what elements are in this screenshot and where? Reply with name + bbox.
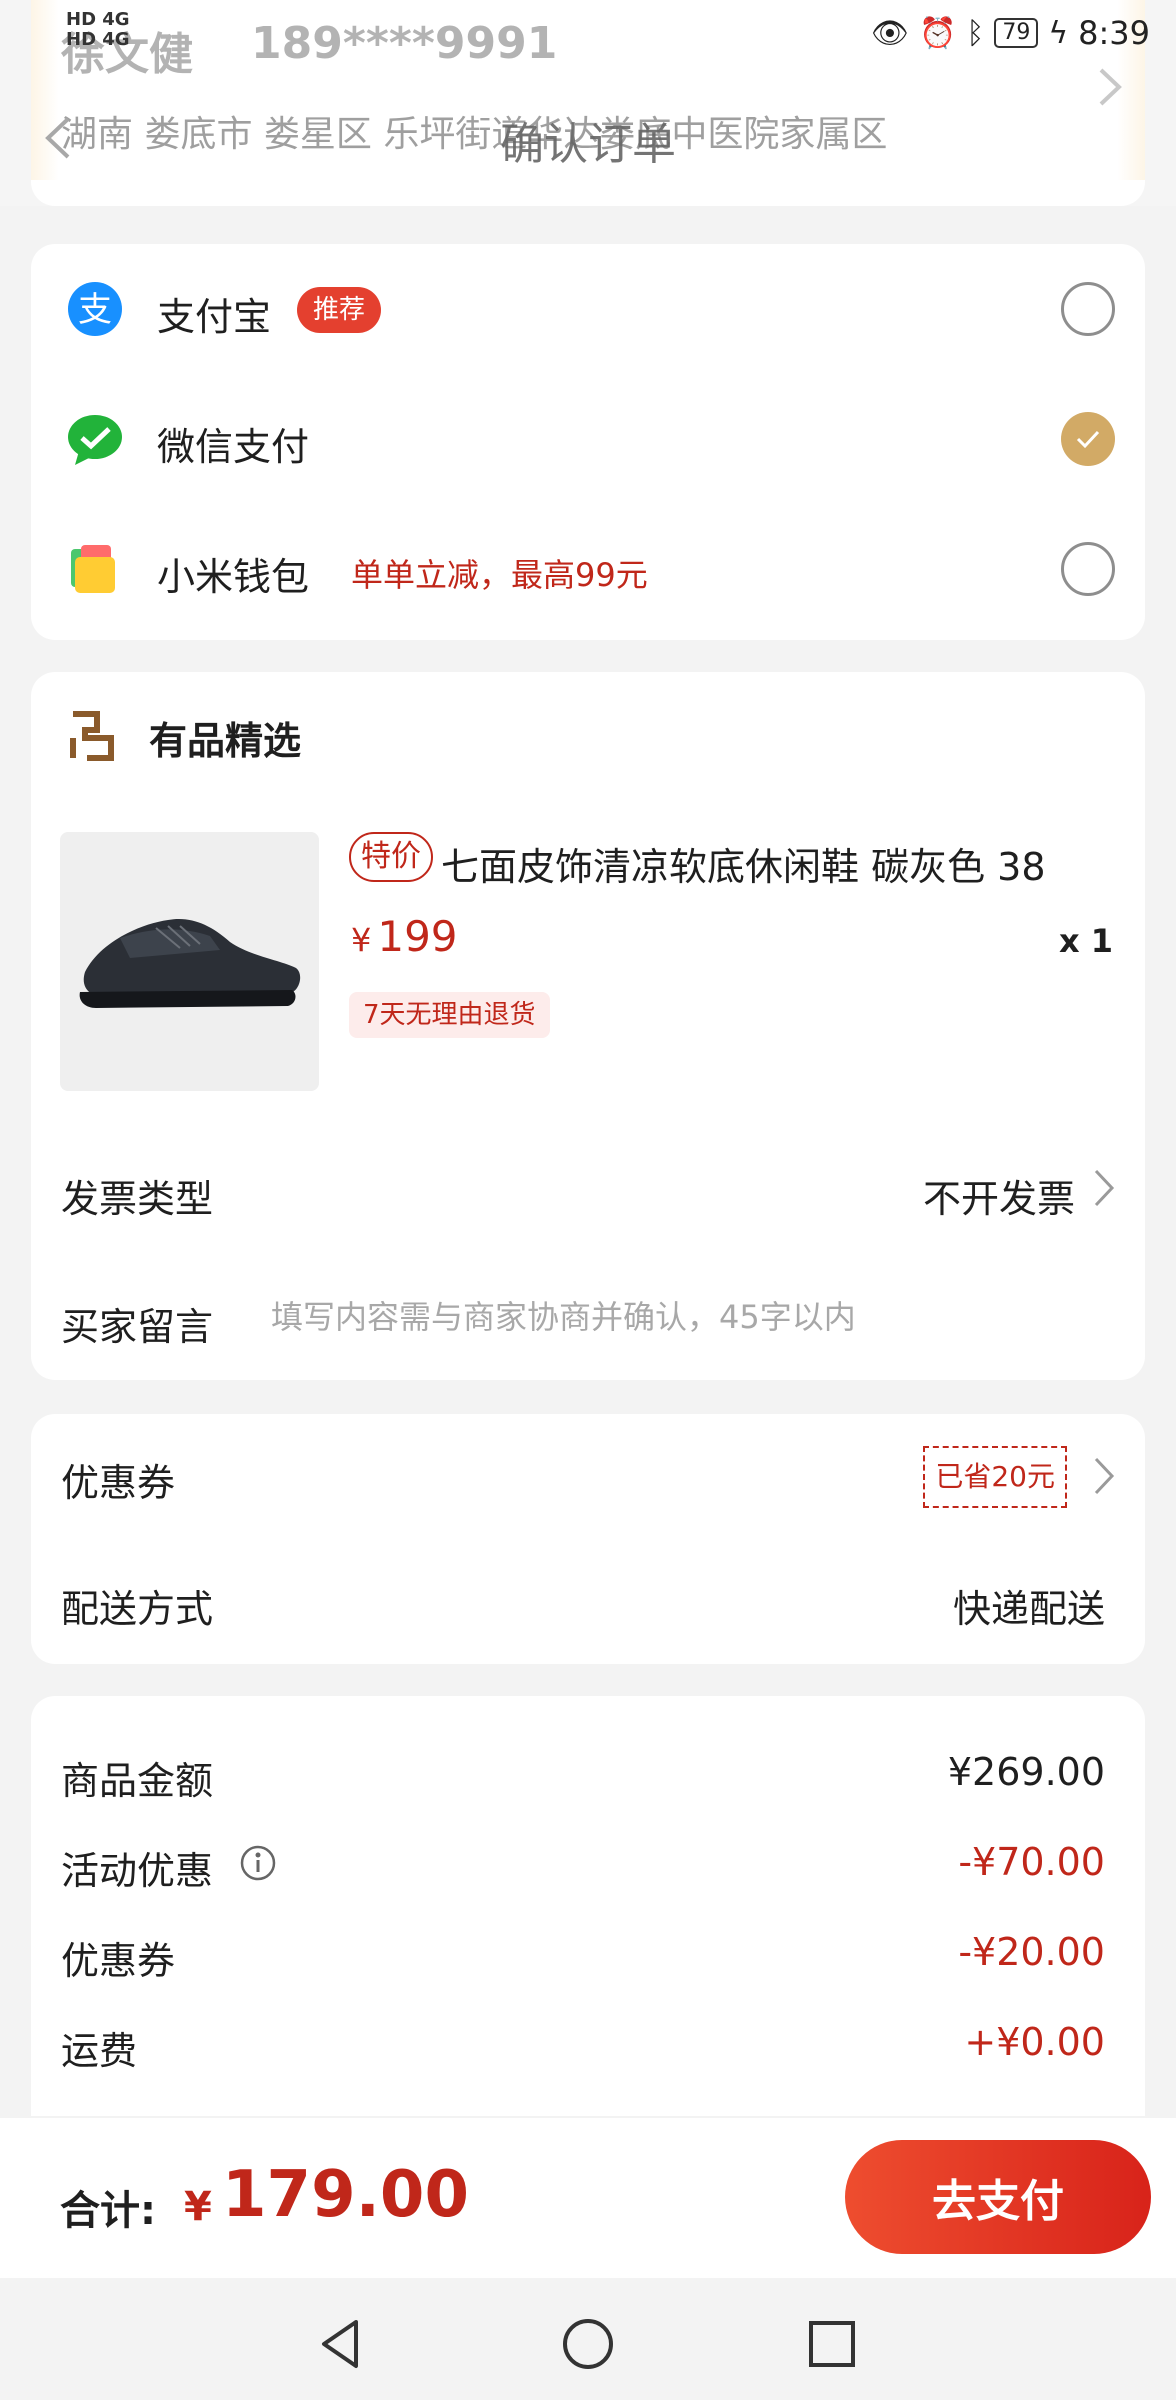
- page-title: 确认订单: [500, 119, 676, 170]
- alarm-icon: ⏰: [918, 15, 957, 51]
- payment-label: 微信支付: [157, 425, 310, 469]
- payment-label: 小米钱包: [157, 555, 310, 599]
- summary-value: -¥70.00: [958, 1840, 1105, 1884]
- product-quantity: x 1: [1058, 922, 1113, 960]
- summary-card: 商品金额 ¥269.00 活动优惠 -¥70.00 优惠券 -¥20.00 运费…: [31, 1696, 1145, 2116]
- coupon-label: 优惠券: [61, 1461, 176, 1505]
- radio-miwallet[interactable]: [1061, 542, 1115, 596]
- radio-wechat-checked[interactable]: [1061, 412, 1115, 466]
- alipay-icon: 支: [68, 282, 122, 336]
- chevron-right-icon: [1094, 1457, 1115, 1495]
- shipping-label: 配送方式: [61, 1587, 214, 1631]
- summary-value: ¥269.00: [947, 1750, 1105, 1794]
- info-icon[interactable]: [239, 1844, 277, 1882]
- return-policy-tag: 7天无理由退货: [349, 992, 550, 1038]
- special-price-tag: 特价: [349, 832, 433, 882]
- payment-option-alipay[interactable]: 支 支付宝 推荐: [31, 244, 1145, 374]
- payment-label: 支付宝: [157, 295, 272, 339]
- invoice-label: 发票类型: [61, 1177, 214, 1221]
- home-circle-icon[interactable]: [558, 2314, 618, 2374]
- promo-text: 单单立减，最高99元: [351, 556, 648, 594]
- network-indicator: HD 4G HD 4G: [66, 9, 130, 50]
- bluetooth-icon: ᛒ: [966, 15, 985, 51]
- status-bar: HD 4G HD 4G 👁 ⏰ ᛒ 79 ϟ 8:39: [0, 0, 1176, 70]
- payment-option-wechat[interactable]: 微信支付: [31, 374, 1145, 504]
- coupon-saved-badge: 已省20元: [923, 1446, 1067, 1508]
- summary-label: 优惠券: [61, 1939, 176, 1983]
- payment-option-miwallet[interactable]: 小米钱包 单单立减，最高99元: [31, 504, 1145, 634]
- charging-icon: ϟ: [1048, 15, 1069, 51]
- back-triangle-icon[interactable]: [310, 2314, 370, 2374]
- payment-card: 支 支付宝 推荐 微信支付 小米钱包 单单立减，最高99元: [31, 244, 1145, 640]
- check-icon: [1076, 430, 1100, 449]
- mi-wallet-icon: [71, 545, 115, 593]
- buyer-message-input[interactable]: [271, 1298, 1091, 1336]
- shoe-image: [79, 918, 301, 1008]
- eye-icon: 👁: [870, 15, 909, 51]
- wechat-pay-icon: [68, 415, 122, 465]
- summary-label: 商品金额: [61, 1759, 214, 1803]
- message-label: 买家留言: [61, 1305, 214, 1349]
- radio-alipay[interactable]: [1061, 282, 1115, 336]
- summary-label: 活动优惠: [61, 1849, 214, 1893]
- total-currency: ¥: [184, 2184, 212, 2230]
- invoice-value: 不开发票: [922, 1177, 1075, 1221]
- status-time: 8:39: [1078, 14, 1150, 52]
- total-amount: 179.00: [222, 2158, 469, 2232]
- pay-button[interactable]: 去支付: [845, 2140, 1151, 2254]
- system-nav-bar: [0, 2278, 1176, 2400]
- svg-text:支: 支: [78, 290, 112, 330]
- chevron-right-icon: [1099, 68, 1122, 106]
- youpin-logo-icon: [70, 711, 114, 761]
- summary-value: -¥20.00: [958, 1930, 1105, 1974]
- recommend-badge: 推荐: [297, 287, 382, 333]
- summary-label: 运费: [61, 2029, 138, 2073]
- shop-name: 有品精选: [149, 719, 302, 763]
- checkout-bar: 合计: ¥ 179.00 去支付: [0, 2118, 1176, 2278]
- shop-card: 有品精选 特价 七面皮饰清凉软底休闲鞋 碳灰色 38 ¥199 x 1 7天无理…: [31, 672, 1145, 1380]
- recents-square-icon[interactable]: [802, 2314, 862, 2374]
- total-label: 合计:: [60, 2188, 156, 2234]
- product-image[interactable]: [60, 832, 319, 1091]
- product-price: ¥199: [351, 912, 458, 961]
- chevron-right-icon: [1094, 1169, 1115, 1207]
- shipping-value: 快递配送: [952, 1587, 1105, 1631]
- product-title: 七面皮饰清凉软底休闲鞋 碳灰色 38: [441, 845, 1046, 889]
- battery-icon: 79: [994, 18, 1039, 48]
- delivery-card: 优惠券 已省20元 配送方式 快递配送: [31, 1414, 1145, 1664]
- summary-value: +¥0.00: [964, 2020, 1105, 2064]
